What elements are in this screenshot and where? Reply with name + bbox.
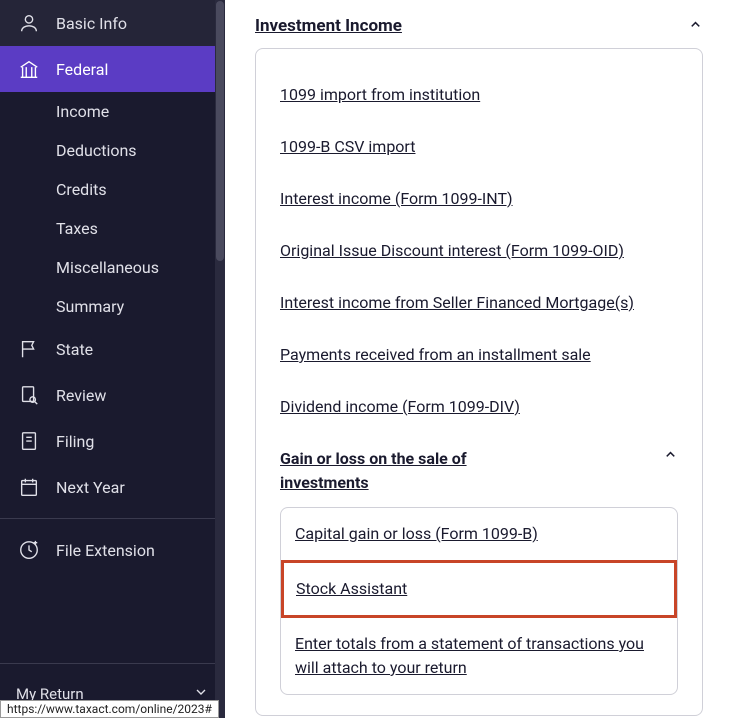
sidebar-subitem-miscellaneous[interactable]: Miscellaneous bbox=[56, 248, 225, 287]
clock-plus-icon bbox=[18, 539, 40, 561]
investment-income-box: 1099 import from institution 1099-B CSV … bbox=[255, 48, 703, 716]
chevron-up-icon[interactable] bbox=[663, 447, 678, 466]
link-1099b-csv[interactable]: 1099-B CSV import bbox=[280, 121, 678, 173]
federal-subitems: Income Deductions Credits Taxes Miscella… bbox=[0, 92, 225, 326]
sidebar: Basic Info Federal Income Deductions Cre… bbox=[0, 0, 225, 718]
sidebar-label: File Extension bbox=[56, 541, 155, 560]
section-header: Investment Income bbox=[255, 10, 703, 42]
sidebar-label: Filing bbox=[56, 432, 94, 451]
status-bar-url: https://www.taxact.com/online/2023# bbox=[0, 700, 219, 718]
sidebar-item-federal[interactable]: Federal bbox=[0, 46, 225, 92]
sidebar-item-state[interactable]: State bbox=[0, 326, 225, 372]
investment-income-heading[interactable]: Investment Income bbox=[255, 16, 402, 36]
link-enter-totals[interactable]: Enter totals from a statement of transac… bbox=[295, 618, 663, 694]
sidebar-subitem-summary[interactable]: Summary bbox=[56, 287, 225, 326]
filing-icon bbox=[18, 430, 40, 452]
sidebar-item-file-extension[interactable]: File Extension bbox=[0, 527, 225, 573]
scrollbar-thumb[interactable] bbox=[216, 1, 224, 261]
link-dividend-income[interactable]: Dividend income (Form 1099-DIV) bbox=[280, 381, 678, 433]
sidebar-item-basic-info[interactable]: Basic Info bbox=[0, 0, 225, 46]
calendar-icon bbox=[18, 476, 40, 498]
gain-loss-box: Capital gain or loss (Form 1099-B) Stock… bbox=[280, 507, 678, 695]
gain-loss-heading[interactable]: Gain or loss on the sale of investments bbox=[280, 447, 530, 495]
link-1099-import[interactable]: 1099 import from institution bbox=[280, 69, 678, 121]
sidebar-label: Basic Info bbox=[56, 14, 127, 33]
person-icon bbox=[18, 12, 40, 34]
sidebar-label: State bbox=[56, 340, 93, 359]
link-interest-income-1099int[interactable]: Interest income (Form 1099-INT) bbox=[280, 173, 678, 225]
highlighted-item: Stock Assistant bbox=[281, 560, 677, 618]
sub-section-header: Gain or loss on the sale of investments bbox=[280, 433, 678, 503]
building-icon bbox=[18, 58, 40, 80]
sidebar-item-next-year[interactable]: Next Year bbox=[0, 464, 225, 510]
main-content: Investment Income 1099 import from insti… bbox=[225, 0, 733, 718]
sidebar-subitem-income[interactable]: Income bbox=[56, 92, 225, 131]
sidebar-item-filing[interactable]: Filing bbox=[0, 418, 225, 464]
sidebar-subitem-taxes[interactable]: Taxes bbox=[56, 209, 225, 248]
chevron-up-icon[interactable] bbox=[688, 17, 703, 36]
link-seller-financed[interactable]: Interest income from Seller Financed Mor… bbox=[280, 277, 678, 329]
sidebar-subitem-deductions[interactable]: Deductions bbox=[56, 131, 225, 170]
link-oid-interest[interactable]: Original Issue Discount interest (Form 1… bbox=[280, 225, 678, 277]
sidebar-subitem-credits[interactable]: Credits bbox=[56, 170, 225, 209]
sidebar-item-review[interactable]: Review bbox=[0, 372, 225, 418]
sidebar-divider bbox=[0, 518, 225, 519]
link-installment-sale[interactable]: Payments received from an installment sa… bbox=[280, 329, 678, 381]
sidebar-label: Next Year bbox=[56, 478, 125, 497]
link-capital-gain-1099b[interactable]: Capital gain or loss (Form 1099-B) bbox=[295, 508, 663, 560]
sidebar-scrollbar[interactable] bbox=[215, 0, 225, 718]
search-doc-icon bbox=[18, 384, 40, 406]
sidebar-nav: Basic Info Federal Income Deductions Cre… bbox=[0, 0, 225, 663]
sidebar-label: Review bbox=[56, 386, 106, 405]
flag-icon bbox=[18, 338, 40, 360]
link-stock-assistant[interactable]: Stock Assistant bbox=[296, 573, 662, 605]
sidebar-label: Federal bbox=[56, 60, 108, 79]
